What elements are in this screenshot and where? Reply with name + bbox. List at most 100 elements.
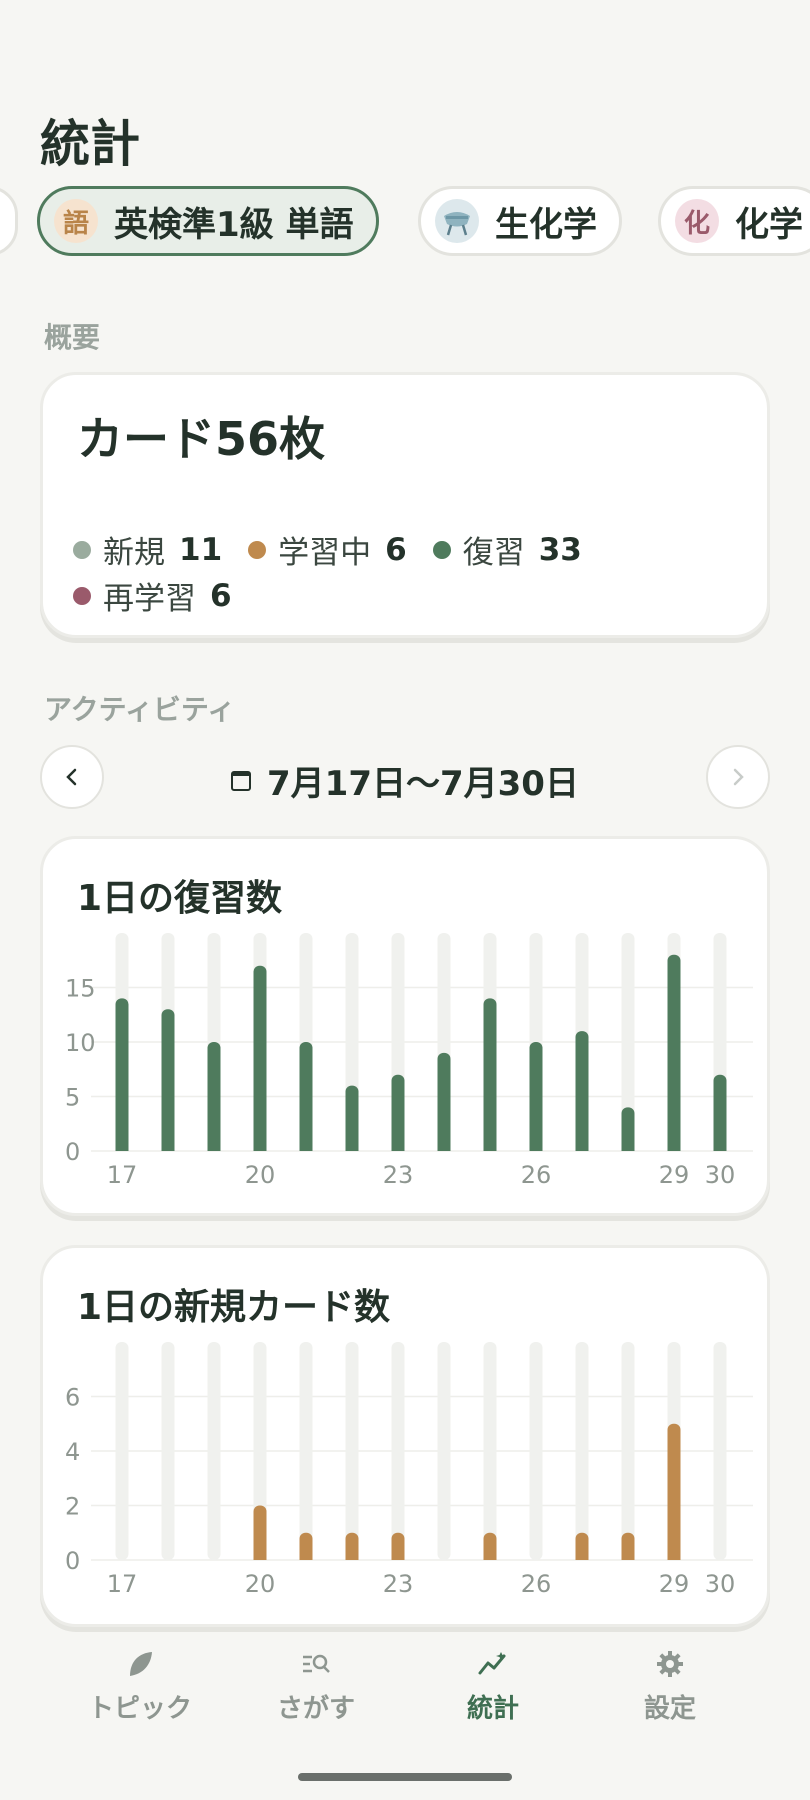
bar-base [253,1554,267,1560]
x-tick-label: 29 [659,1161,690,1189]
bar [115,998,129,1151]
new-cards-bar-chart: 0 2 4 6 17 20 23 26 29 30 [65,1342,753,1598]
x-tick-label: 17 [107,1570,138,1598]
leaf-icon [125,1646,155,1682]
legend-row: 新規 11 学習中 6 復習 33 [73,527,608,572]
bar-base [621,1145,635,1151]
legend-value: 6 [210,577,232,614]
legend-new: 新規 11 [73,527,222,572]
bar-base [575,1554,589,1560]
bar-track [207,1342,221,1560]
gear-icon [655,1646,685,1682]
section-label-activity: アクティビティ [44,693,236,726]
bar [575,1031,589,1151]
topic-selector: 語 英検準1級 単語 生化学 化 化学 [0,186,810,258]
topic-chip-chem[interactable]: 化 化学 [658,186,810,256]
bar [713,1074,727,1151]
search-list-icon [300,1646,332,1682]
topic-chip-partial[interactable] [0,186,18,256]
bar-base [391,1554,405,1560]
legend-dot [248,540,267,559]
bar [667,1423,681,1560]
bar-base [345,1145,359,1151]
bar-track [115,1342,129,1560]
legend-name: 復習 [462,535,525,571]
new-cards-chart-card: 1日の新規カード数 0 2 4 6 17 20 23 26 29 30 [40,1245,770,1627]
bar-base [529,1145,543,1151]
nav-label: 統計 [466,1694,519,1724]
legend-value: 6 [385,531,407,568]
y-tick-label: 5 [65,1084,80,1112]
legend-relearn: 再学習 6 [73,573,232,618]
bar [667,954,681,1151]
bar-track [437,1342,451,1560]
bar [437,1052,451,1151]
legend-name: 新規 [103,535,165,571]
x-tick-label: 20 [245,1161,276,1189]
bar-base [483,1145,497,1151]
nav-item-settings[interactable]: 設定 [585,1646,755,1725]
legend-value: 33 [538,531,582,568]
legend-dot [73,540,91,559]
x-tick-label: 20 [245,1570,276,1598]
card-total: カード56枚 [77,412,326,466]
bar-base [667,1145,681,1151]
legend-review: 復習 33 [432,527,582,572]
legend-dot [73,586,91,605]
bar-base [115,1145,129,1151]
nav-item-stats[interactable]: 統計 [408,1646,578,1725]
x-tick-label: 26 [521,1161,552,1189]
bar-base [161,1145,175,1151]
bar-base [299,1554,313,1560]
topic-chip-biochem[interactable]: 生化学 [418,186,622,256]
home-indicator [298,1773,512,1781]
topic-badge-icon: 語 [54,199,98,243]
topic-chip-eiken[interactable]: 語 英検準1級 単語 [37,186,379,256]
bar [161,1009,175,1151]
x-tick-label: 23 [383,1570,414,1598]
bar [299,1042,313,1151]
nav-label: トピック [87,1694,192,1724]
bar-track [345,1342,359,1560]
x-tick-label: 29 [659,1570,690,1598]
y-tick-label: 4 [65,1438,80,1466]
x-tick-label: 30 [705,1570,736,1598]
next-range-button[interactable] [706,745,770,809]
review-chart-card: 1日の復習数 0 5 10 15 17 20 23 26 29 30 [40,836,770,1216]
bar-base [253,1145,267,1151]
topic-chip-label: 生化学 [495,204,597,245]
grill-icon [435,199,479,243]
bar-base [391,1145,405,1151]
bar-base [437,1145,451,1151]
bar-track [713,1342,727,1560]
nav-item-search[interactable]: さがす [231,1646,401,1725]
legend-value: 11 [179,531,223,568]
bar [253,1505,267,1560]
bar-track [621,1342,635,1560]
bar [621,1107,635,1151]
bar-base [713,1145,727,1151]
bar-track [161,1342,175,1560]
nav-label: さがす [276,1694,355,1724]
y-tick-label: 2 [65,1493,80,1521]
page-title: 統計 [40,115,140,173]
bar [253,965,267,1151]
bar-base [207,1145,221,1151]
nav-label: 設定 [643,1694,696,1724]
bar [391,1074,405,1151]
review-bar-chart: 0 5 10 15 17 20 23 26 29 30 [65,933,753,1189]
legend-learning: 学習中 6 [248,527,407,572]
legend-name: 学習中 [278,535,372,571]
legend-row: 再学習 6 [73,573,258,618]
x-tick-label: 30 [705,1161,736,1189]
bar-track [575,1342,589,1560]
bar [483,998,497,1151]
bottom-navigation: トピック さがす 統計 設定 [0,1646,810,1746]
y-tick-label: 15 [65,975,96,1003]
bar-track [529,1342,543,1560]
bar-track [483,1342,497,1560]
trend-icon [477,1646,509,1682]
overview-card: カード56枚 新規 11 学習中 6 復習 33 再学習 6 [40,372,770,638]
topic-chip-label: 化学 [735,204,803,245]
nav-item-topics[interactable]: トピック [55,1646,225,1725]
